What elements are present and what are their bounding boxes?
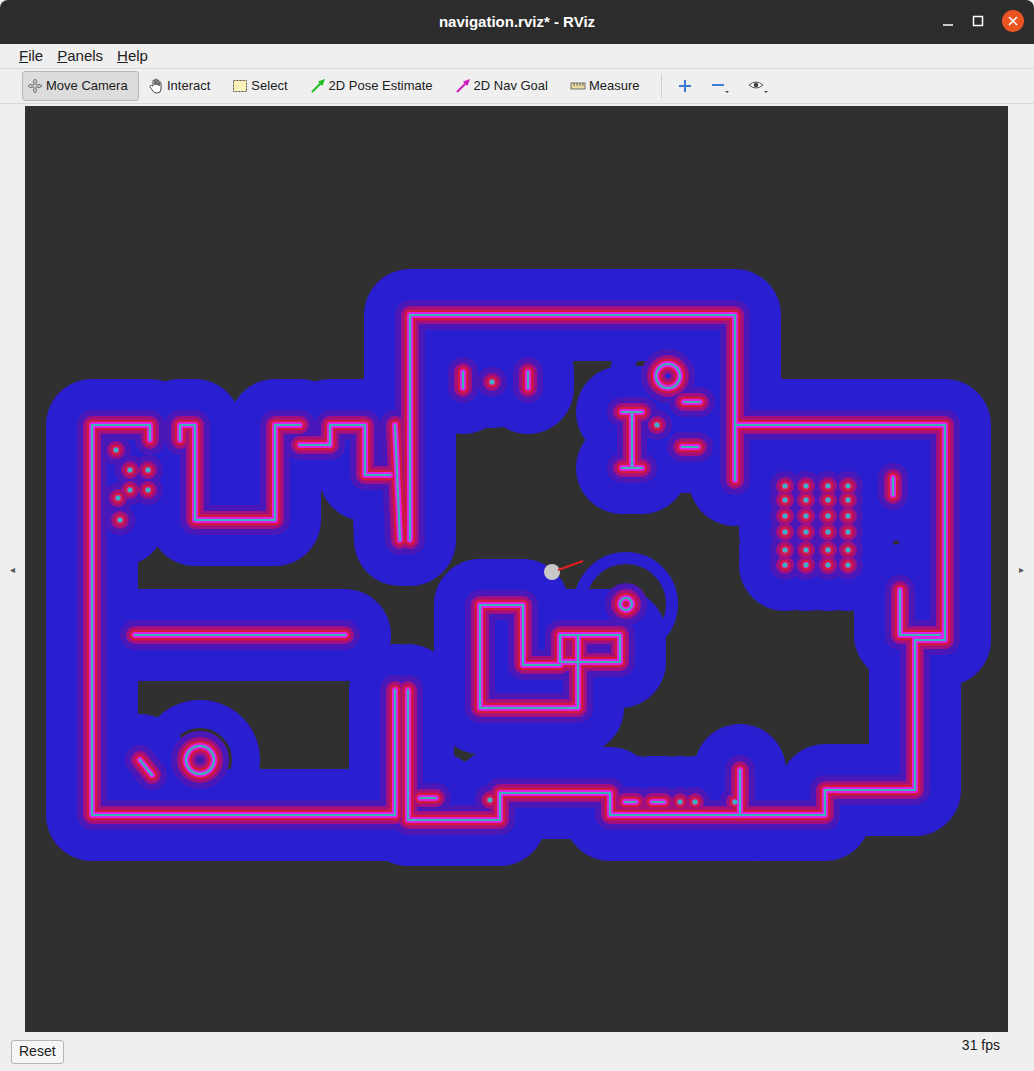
ruler-icon <box>570 78 586 94</box>
tool-button[interactable]: 2D Pose Estimate <box>305 71 438 101</box>
minimize-icon[interactable] <box>942 15 954 27</box>
minus-icon <box>711 78 731 94</box>
zoom-out-button[interactable] <box>704 71 738 101</box>
toolbar: Move CameraInteract Select 2D Pose Estimat… <box>0 68 1034 104</box>
reset-button[interactable]: Reset <box>11 1040 64 1064</box>
menu-item[interactable]: Panels <box>52 45 108 68</box>
rviz-window: navigation.rviz* - RVizFilePanelsHelpMov… <box>0 0 1034 1071</box>
menu-item[interactable]: Help <box>112 45 153 68</box>
plus-icon <box>678 79 692 93</box>
close-icon[interactable] <box>1002 10 1024 32</box>
title-bar[interactable]: navigation.rviz* - RViz <box>0 0 1034 44</box>
move-camera-icon <box>27 78 43 94</box>
status-bar: Reset 31 fps <box>0 1032 1034 1071</box>
tool-button[interactable]: Interact <box>143 71 215 101</box>
view-button[interactable] <box>742 71 776 101</box>
tool-button[interactable]: Select <box>227 71 292 101</box>
costmap <box>25 106 1008 1032</box>
menu-bar: FilePanelsHelp <box>0 44 1034 68</box>
left-dock-handle[interactable]: ◂ <box>0 106 25 1032</box>
maximize-icon[interactable] <box>972 15 984 27</box>
eye-icon <box>748 78 770 94</box>
tool-button[interactable]: Move Camera <box>22 71 139 101</box>
pose-arrow-icon <box>310 78 326 94</box>
select-box-icon <box>232 78 248 94</box>
hand-icon <box>148 78 164 94</box>
window-title: navigation.rviz* - RViz <box>0 11 1034 34</box>
right-dock-handle[interactable]: ▸ <box>1008 106 1034 1032</box>
tool-button[interactable]: Measure <box>565 71 645 101</box>
menu-item[interactable]: File <box>14 45 48 68</box>
zoom-in-button[interactable] <box>670 71 700 101</box>
main-area: ◂▸ <box>0 106 1034 1032</box>
render-view[interactable] <box>25 106 1008 1032</box>
fps-label: 31 fps <box>962 1035 1000 1056</box>
robot-marker <box>544 561 583 580</box>
tool-button[interactable]: 2D Nav Goal <box>450 71 553 101</box>
goal-arrow-icon <box>455 78 471 94</box>
